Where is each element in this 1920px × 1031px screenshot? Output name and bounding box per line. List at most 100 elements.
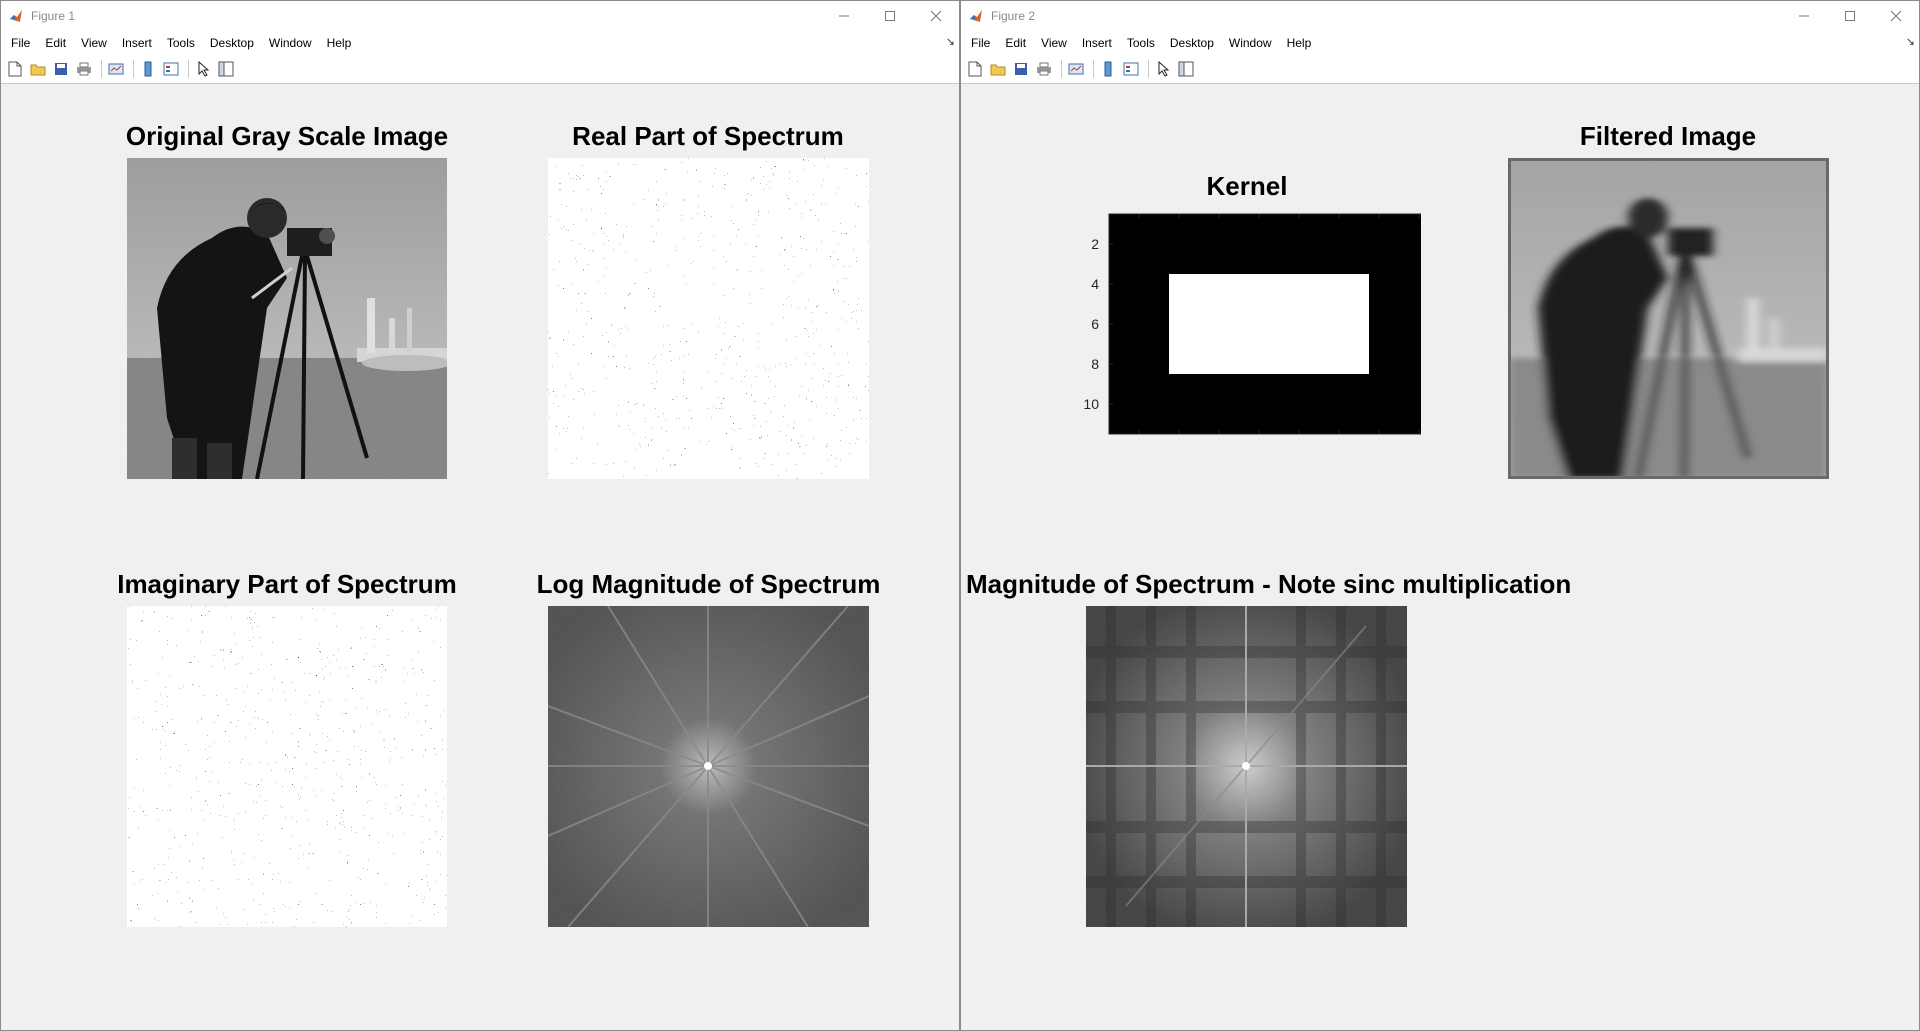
print-button[interactable]: [74, 59, 94, 79]
save-icon: [1015, 63, 1027, 75]
colorbar-icon: [144, 61, 152, 77]
menu-file[interactable]: File: [1, 36, 36, 50]
open-file-button[interactable]: [988, 59, 1008, 79]
close-icon: [1890, 10, 1902, 22]
x-tick-label: 16: [1411, 443, 1421, 444]
dock-arrow-icon[interactable]: ↘: [946, 35, 955, 48]
menu-window[interactable]: Window: [1220, 36, 1278, 50]
kernel-plot-area: 2 4 6 8 10 12 14 16 2 4 6 8 10: [1083, 213, 1421, 444]
link-plot-button[interactable]: [1066, 59, 1086, 79]
edit-plot-button[interactable]: [1153, 59, 1173, 79]
subplot-title: Real Part of Spectrum: [572, 121, 844, 151]
open-folder-icon: [30, 64, 46, 76]
legend-button[interactable]: [161, 59, 181, 79]
cursor-arrow-icon: [1158, 61, 1169, 77]
x-tick-label: 12: [1331, 443, 1347, 444]
menu-insert[interactable]: Insert: [1073, 36, 1118, 50]
filtered-image: [1508, 158, 1829, 479]
real-part-image: [548, 158, 869, 479]
minimize-icon: [839, 15, 849, 17]
legend-icon: [1123, 62, 1139, 76]
figure-2-window: Figure 2 File Edit View Insert Tools Des…: [960, 0, 1920, 1031]
menu-bar: File Edit View Insert Tools Desktop Wind…: [961, 31, 1919, 55]
subplot-title: Log Magnitude of Spectrum: [536, 569, 881, 599]
menu-view[interactable]: View: [72, 36, 113, 50]
subplot-title: Magnitude of Spectrum - Note sinc multip…: [966, 569, 1572, 599]
toolbar-separator: [133, 60, 134, 78]
new-figure-button[interactable]: [5, 59, 25, 79]
save-icon: [55, 63, 67, 75]
new-file-icon: [968, 61, 982, 77]
menu-window[interactable]: Window: [260, 36, 318, 50]
log-magnitude-image: [548, 606, 869, 927]
menu-tools[interactable]: Tools: [158, 36, 201, 50]
menu-help[interactable]: Help: [318, 36, 358, 50]
matlab-logo-icon: [970, 10, 982, 22]
x-tick-label: 4: [1175, 443, 1183, 444]
property-inspector-button[interactable]: [1176, 59, 1196, 79]
dock-arrow-icon[interactable]: ↘: [1906, 35, 1915, 48]
maximize-icon: [885, 11, 895, 21]
menu-desktop[interactable]: Desktop: [1161, 36, 1220, 50]
maximize-icon: [1845, 11, 1855, 21]
toolbar-separator: [1148, 60, 1149, 78]
open-folder-icon: [990, 64, 1006, 76]
minimize-icon: [1799, 15, 1809, 17]
x-tick-label: 6: [1215, 443, 1223, 444]
menu-insert[interactable]: Insert: [113, 36, 158, 50]
title-bar[interactable]: Figure 2: [961, 1, 1919, 31]
save-button[interactable]: [51, 59, 71, 79]
imaginary-part-image: [127, 606, 447, 927]
link-plot-icon: [108, 63, 124, 75]
toolbar-separator: [188, 60, 189, 78]
x-tick-label: 14: [1371, 443, 1387, 444]
subplot-title: Imaginary Part of Spectrum: [117, 569, 457, 599]
figure-toolbar: [1, 55, 959, 84]
print-button[interactable]: [1034, 59, 1054, 79]
menu-bar: File Edit View Insert Tools Desktop Wind…: [1, 31, 959, 55]
menu-desktop[interactable]: Desktop: [201, 36, 260, 50]
edit-plot-button[interactable]: [193, 59, 213, 79]
title-bar[interactable]: Figure 1: [1, 1, 959, 31]
close-button[interactable]: [1873, 1, 1919, 31]
save-button[interactable]: [1011, 59, 1031, 79]
original-image: [127, 158, 447, 479]
new-file-icon: [8, 61, 22, 77]
cursor-arrow-icon: [198, 61, 209, 77]
open-file-button[interactable]: [28, 59, 48, 79]
x-tick-label: 8: [1255, 443, 1263, 444]
window-title: Figure 2: [991, 9, 1036, 23]
toolbar-separator: [101, 60, 102, 78]
window-title: Figure 1: [31, 9, 76, 23]
menu-edit[interactable]: Edit: [36, 36, 72, 50]
minimize-button[interactable]: [1781, 1, 1827, 31]
menu-view[interactable]: View: [1032, 36, 1073, 50]
colorbar-button[interactable]: [138, 59, 158, 79]
kernel-chart: 2 4 6 8 10 12 14 16 2 4 6 8 10: [1083, 213, 1421, 444]
y-tick-label: 4: [1091, 276, 1099, 292]
legend-icon: [163, 62, 179, 76]
colorbar-button[interactable]: [1098, 59, 1118, 79]
close-button[interactable]: [913, 1, 959, 31]
toolbar-separator: [1061, 60, 1062, 78]
close-icon: [930, 10, 942, 22]
figure-toolbar: [961, 55, 1919, 84]
new-figure-button[interactable]: [965, 59, 985, 79]
x-tick-label: 10: [1291, 443, 1307, 444]
property-inspector-button[interactable]: [216, 59, 236, 79]
property-editor-icon: [218, 61, 234, 77]
menu-file[interactable]: File: [961, 36, 996, 50]
minimize-button[interactable]: [821, 1, 867, 31]
toolbar-separator: [1093, 60, 1094, 78]
subplot-title: Filtered Image: [1579, 121, 1757, 151]
sinc-spectrum-image: [1086, 606, 1407, 927]
menu-tools[interactable]: Tools: [1118, 36, 1161, 50]
menu-help[interactable]: Help: [1278, 36, 1318, 50]
menu-edit[interactable]: Edit: [996, 36, 1032, 50]
y-tick-label: 10: [1083, 396, 1099, 412]
link-plot-button[interactable]: [106, 59, 126, 79]
legend-button[interactable]: [1121, 59, 1141, 79]
maximize-button[interactable]: [867, 1, 913, 31]
maximize-button[interactable]: [1827, 1, 1873, 31]
x-tick-label: 2: [1135, 443, 1143, 444]
